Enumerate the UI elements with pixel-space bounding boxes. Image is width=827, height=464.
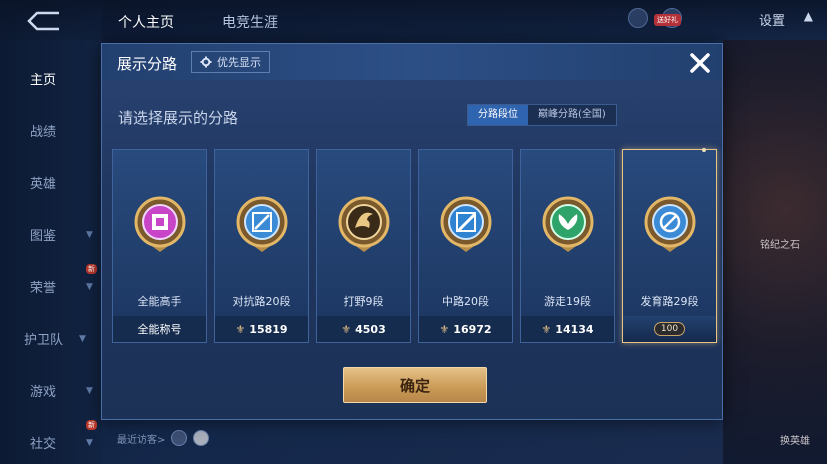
new-badge: 新 — [86, 420, 97, 430]
chevron-down-icon: ▼ — [86, 437, 93, 448]
avatar-chip[interactable] — [628, 8, 648, 28]
jungle-badge-icon — [334, 190, 394, 260]
lane-card-clash[interactable]: 对抗路20段 ⚜ 15819 — [214, 149, 309, 343]
back-arrow-icon — [27, 11, 59, 31]
lane-card-roam[interactable]: 游走19段 ⚜ 14134 — [520, 149, 615, 343]
lane-card-all-round[interactable]: 全能高手 全能称号 — [112, 149, 207, 343]
priority-display-button[interactable]: 优先显示 — [191, 51, 270, 73]
back-button[interactable] — [24, 10, 66, 32]
sidebar-item-honor[interactable]: 荣誉 ▼ — [30, 277, 93, 296]
lane-name: 对抗路20段 — [232, 295, 291, 308]
lane-score: ⚜ 15819 — [215, 316, 308, 342]
rank-points-icon: ⚜ — [341, 322, 352, 336]
dialog-title: 展示分路 — [117, 55, 178, 73]
change-hero-button[interactable]: 换英雄 — [780, 432, 810, 447]
chevron-down-icon: ▼ — [86, 385, 93, 396]
close-icon — [690, 53, 710, 73]
collapse-caret-icon[interactable]: ▲ — [804, 9, 813, 23]
selection-marker — [702, 148, 706, 152]
sidebar-item-heroes[interactable]: 英雄 — [30, 173, 56, 192]
toggle-lane-rank[interactable]: 分路段位 — [468, 105, 528, 125]
rank-plate: 100 — [623, 316, 716, 342]
rank-points-icon: ⚜ — [439, 322, 450, 336]
lane-score: ⚜ 4503 — [317, 316, 410, 342]
sidebar-item-social[interactable]: 社交 ▼ — [30, 433, 93, 452]
all-round-badge-icon — [130, 190, 190, 260]
lane-name: 发育路29段 — [640, 295, 699, 308]
gift-badge: 送好礼 — [654, 14, 681, 26]
showcase-caption: 铭纪之石 — [760, 240, 800, 251]
lane-name: 打野9段 — [343, 295, 384, 308]
lane-name: 中路20段 — [442, 295, 489, 308]
rank-points-icon: ⚜ — [235, 322, 246, 336]
mid-lane-badge-icon — [436, 190, 496, 260]
lane-name: 游走19段 — [544, 295, 591, 308]
chevron-down-icon: ▼ — [86, 229, 93, 240]
lane-score: 全能称号 — [113, 316, 206, 342]
farm-lane-badge-icon — [640, 190, 700, 260]
clash-lane-badge-icon — [232, 190, 292, 260]
new-badge: 新 — [86, 264, 97, 274]
tab-profile[interactable]: 个人主页 — [118, 12, 174, 32]
tab-esports-career[interactable]: 电竞生涯 — [222, 12, 278, 32]
lane-view-toggle[interactable]: 分路段位 巅峰分路(全国) — [467, 104, 617, 126]
lane-score: ⚜ 16972 — [419, 316, 512, 342]
lane-display-dialog: 展示分路 优先显示 请选择展示的分路 分路段位 巅峰分路(全国) 全能高手 全能… — [101, 43, 723, 420]
sidebar-item-home[interactable]: 主页 — [30, 69, 56, 88]
sidebar-item-guard[interactable]: 护卫队 ▼ — [24, 329, 86, 348]
close-button[interactable] — [687, 50, 713, 76]
rank-points-icon: ⚜ — [541, 322, 552, 336]
lane-card-jungle[interactable]: 打野9段 ⚜ 4503 — [316, 149, 411, 343]
hero-showcase — [723, 40, 827, 464]
avatar[interactable] — [171, 430, 188, 446]
recent-visitors[interactable]: 最近访客> — [117, 430, 210, 446]
lane-card-farm[interactable]: 发育路29段 100 — [622, 148, 717, 343]
gear-icon — [200, 56, 212, 68]
chevron-down-icon: ▼ — [86, 281, 93, 292]
lane-name: 全能高手 — [137, 295, 182, 308]
settings-button[interactable]: 设置 — [759, 10, 785, 29]
toggle-peak-lane[interactable]: 巅峰分路(全国) — [528, 105, 616, 125]
sidebar-item-codex[interactable]: 图鉴 ▼ — [30, 225, 93, 244]
chevron-down-icon: ▼ — [79, 333, 86, 344]
avatar[interactable] — [193, 430, 210, 446]
roam-badge-icon — [538, 190, 598, 260]
lane-score: ⚜ 14134 — [521, 316, 614, 342]
confirm-button[interactable]: 确定 — [343, 367, 487, 403]
sidebar-item-record[interactable]: 战绩 — [30, 121, 56, 140]
sidebar-item-game[interactable]: 游戏 ▼ — [30, 381, 93, 400]
rank-number: 100 — [653, 322, 686, 336]
lane-card-mid[interactable]: 中路20段 ⚜ 16972 — [418, 149, 513, 343]
dialog-subtitle: 请选择展示的分路 — [118, 109, 239, 127]
